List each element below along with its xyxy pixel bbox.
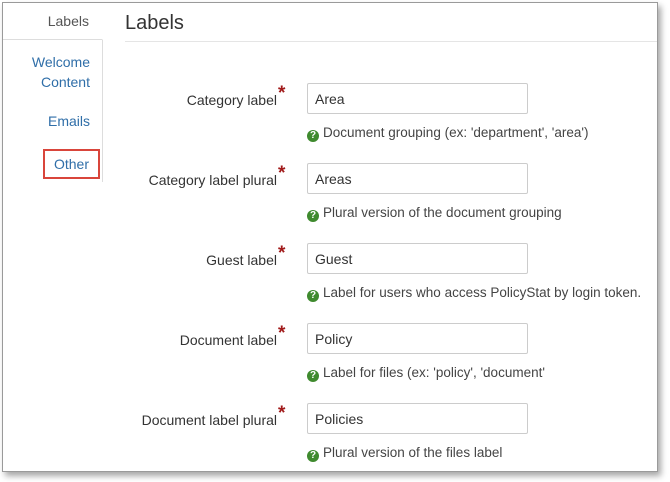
category-label-input[interactable]: [307, 83, 528, 114]
tab-emails[interactable]: Emails: [3, 111, 103, 131]
category-label-plural-input[interactable]: [307, 163, 528, 194]
required-marker: *: [278, 403, 286, 424]
field-label: Category label: [186, 92, 277, 108]
settings-window: Labels Welcome Content Emails Other Labe…: [2, 2, 658, 472]
tab-welcome-label-line1: Welcome: [31, 54, 90, 70]
field-document-label-plural: Document label plural * ? Plural version …: [125, 403, 657, 471]
help-text: ? Plural version of the document grouping: [307, 204, 562, 222]
question-circle-icon: ?: [307, 130, 319, 142]
help-text-content: Plural version of the document grouping: [323, 205, 562, 220]
help-text: ? Plural version of the files label: [307, 444, 502, 462]
help-text-content: Label for files (ex: 'policy', 'document…: [323, 365, 545, 380]
document-label-input[interactable]: [307, 323, 528, 354]
question-circle-icon: ?: [307, 450, 319, 462]
labels-panel: Labels Category label * ? Document groupi…: [125, 3, 657, 471]
help-text-content: Plural version of the files label: [323, 445, 503, 460]
field-label: Document label plural: [141, 412, 277, 428]
tab-labels-label: Labels: [47, 13, 89, 29]
tab-welcome-label-line2: Content: [40, 74, 90, 90]
question-circle-icon: ?: [307, 290, 319, 302]
question-circle-icon: ?: [307, 210, 319, 222]
help-text-content: Label for users who access PolicyStat by…: [323, 285, 642, 300]
help-text: ? Label for users who access PolicyStat b…: [307, 284, 641, 302]
vertical-tabs: Labels Welcome Content Emails Other: [3, 3, 103, 471]
page-title: Labels: [125, 12, 184, 34]
help-text: ? Label for files (ex: 'policy', 'documen…: [307, 364, 545, 382]
field-label: Category label plural: [148, 172, 277, 188]
question-circle-icon: ?: [307, 370, 319, 382]
help-text-content: Document grouping (ex: 'department', 'ar…: [323, 125, 589, 140]
required-marker: *: [278, 243, 286, 264]
required-marker: *: [278, 163, 286, 184]
field-category-label-plural: Category label plural * ? Plural version …: [125, 163, 657, 233]
required-marker: *: [278, 83, 286, 104]
field-label: Guest label: [206, 252, 277, 268]
field-document-label: Document label * ? Label for files (ex: '…: [125, 323, 657, 393]
field-label: Document label: [179, 332, 277, 348]
field-category-label: Category label * ? Document grouping (ex:…: [125, 83, 657, 153]
document-label-plural-input[interactable]: [307, 403, 528, 434]
title-divider: [125, 41, 657, 42]
guest-label-input[interactable]: [307, 243, 528, 274]
field-guest-label: Guest label * ? Label for users who acces…: [125, 243, 657, 313]
required-marker: *: [278, 323, 286, 344]
tab-other-label: Other: [53, 156, 89, 172]
help-text: ? Document grouping (ex: 'department', 'a…: [307, 124, 588, 142]
tab-emails-label: Emails: [47, 113, 90, 129]
tab-other[interactable]: Other: [43, 149, 100, 179]
tab-labels[interactable]: Labels: [3, 3, 103, 40]
tab-welcome-content[interactable]: Welcome Content: [3, 52, 103, 92]
